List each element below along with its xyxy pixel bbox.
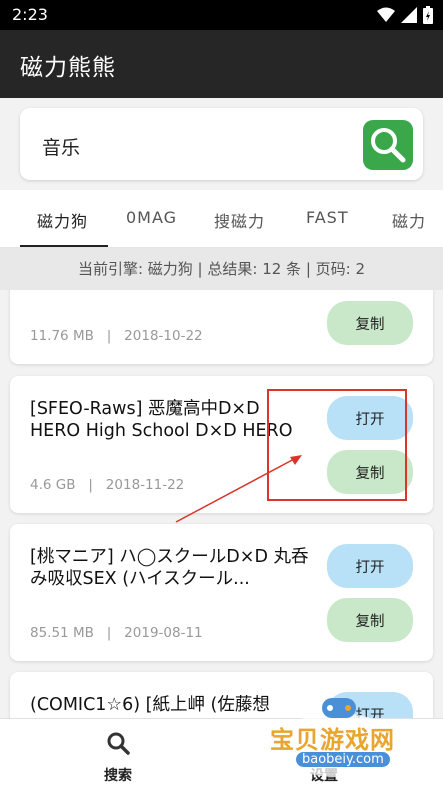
result-size: 4.6 GB (30, 477, 76, 493)
tab-ciligou[interactable]: 磁力狗 (37, 208, 88, 232)
app-title: 磁力熊熊 (20, 55, 116, 81)
annotation-highlight-box (267, 389, 407, 501)
search-area: 音乐 (0, 98, 443, 190)
watermark-url: baobeiy.com (296, 752, 390, 767)
meta-separator: | (88, 477, 93, 493)
tab-soucili[interactable]: 搜磁力 (214, 208, 265, 232)
result-date: 2019-08-11 (124, 625, 203, 641)
search-button[interactable] (363, 120, 413, 170)
status-time: 2:23 (12, 5, 48, 24)
nav-search-label: 搜索 (104, 768, 132, 784)
watermark-text: 宝贝游戏网 (270, 726, 395, 754)
result-date: 2018-10-22 (124, 328, 203, 344)
result-meta: 85.51 MB | 2019-08-11 (30, 625, 203, 641)
tab-0mag[interactable]: 0MAG (126, 208, 177, 227)
nav-search[interactable]: 搜索 (78, 731, 158, 785)
status-icons (377, 6, 433, 24)
result-list[interactable]: 11.76 MB | 2018-10-22 复制 [SFEO-Raws] 恶魔高… (0, 290, 443, 718)
signal-icon (401, 7, 417, 23)
result-meta: 4.6 GB | 2018-11-22 (30, 477, 184, 493)
engine-tabs: 磁力狗 0MAG 搜磁力 FAST 磁力 (0, 190, 443, 248)
app-bar: 磁力熊熊 (0, 30, 443, 98)
status-bar: 2:23 (0, 0, 443, 30)
info-bar: 当前引擎: 磁力狗 | 总结果: 12 条 | 页码: 2 (0, 248, 443, 290)
search-icon (107, 732, 130, 755)
result-meta: 11.76 MB | 2018-10-22 (30, 328, 203, 344)
result-size: 11.76 MB (30, 328, 94, 344)
search-icon (371, 128, 406, 163)
meta-separator: | (106, 328, 112, 344)
watermark-logo: 宝贝游戏网 baobeiy.com (262, 690, 412, 780)
tab-fast[interactable]: FAST (306, 208, 349, 227)
wifi-icon (377, 7, 395, 22)
search-input[interactable]: 音乐 (42, 133, 80, 160)
result-card[interactable]: 11.76 MB | 2018-10-22 复制 (10, 290, 433, 364)
tab-indicator (20, 245, 108, 247)
search-box: 音乐 (20, 108, 423, 180)
copy-button[interactable]: 复制 (327, 598, 413, 642)
result-card[interactable]: [桃マニア] ハ◯スクールD×D 丸呑み吸収SEX (ハイスクール... 85.… (10, 524, 433, 661)
tab-cili[interactable]: 磁力 (392, 208, 426, 232)
copy-button[interactable]: 复制 (327, 301, 413, 345)
meta-separator: | (106, 625, 112, 641)
result-name: [桃マニア] ハ◯スクールD×D 丸呑み吸収SEX (ハイスクール... (30, 547, 309, 589)
open-button[interactable]: 打开 (327, 544, 413, 588)
battery-icon (423, 6, 433, 24)
result-date: 2018-11-22 (105, 477, 185, 493)
result-size: 85.51 MB (30, 625, 94, 641)
